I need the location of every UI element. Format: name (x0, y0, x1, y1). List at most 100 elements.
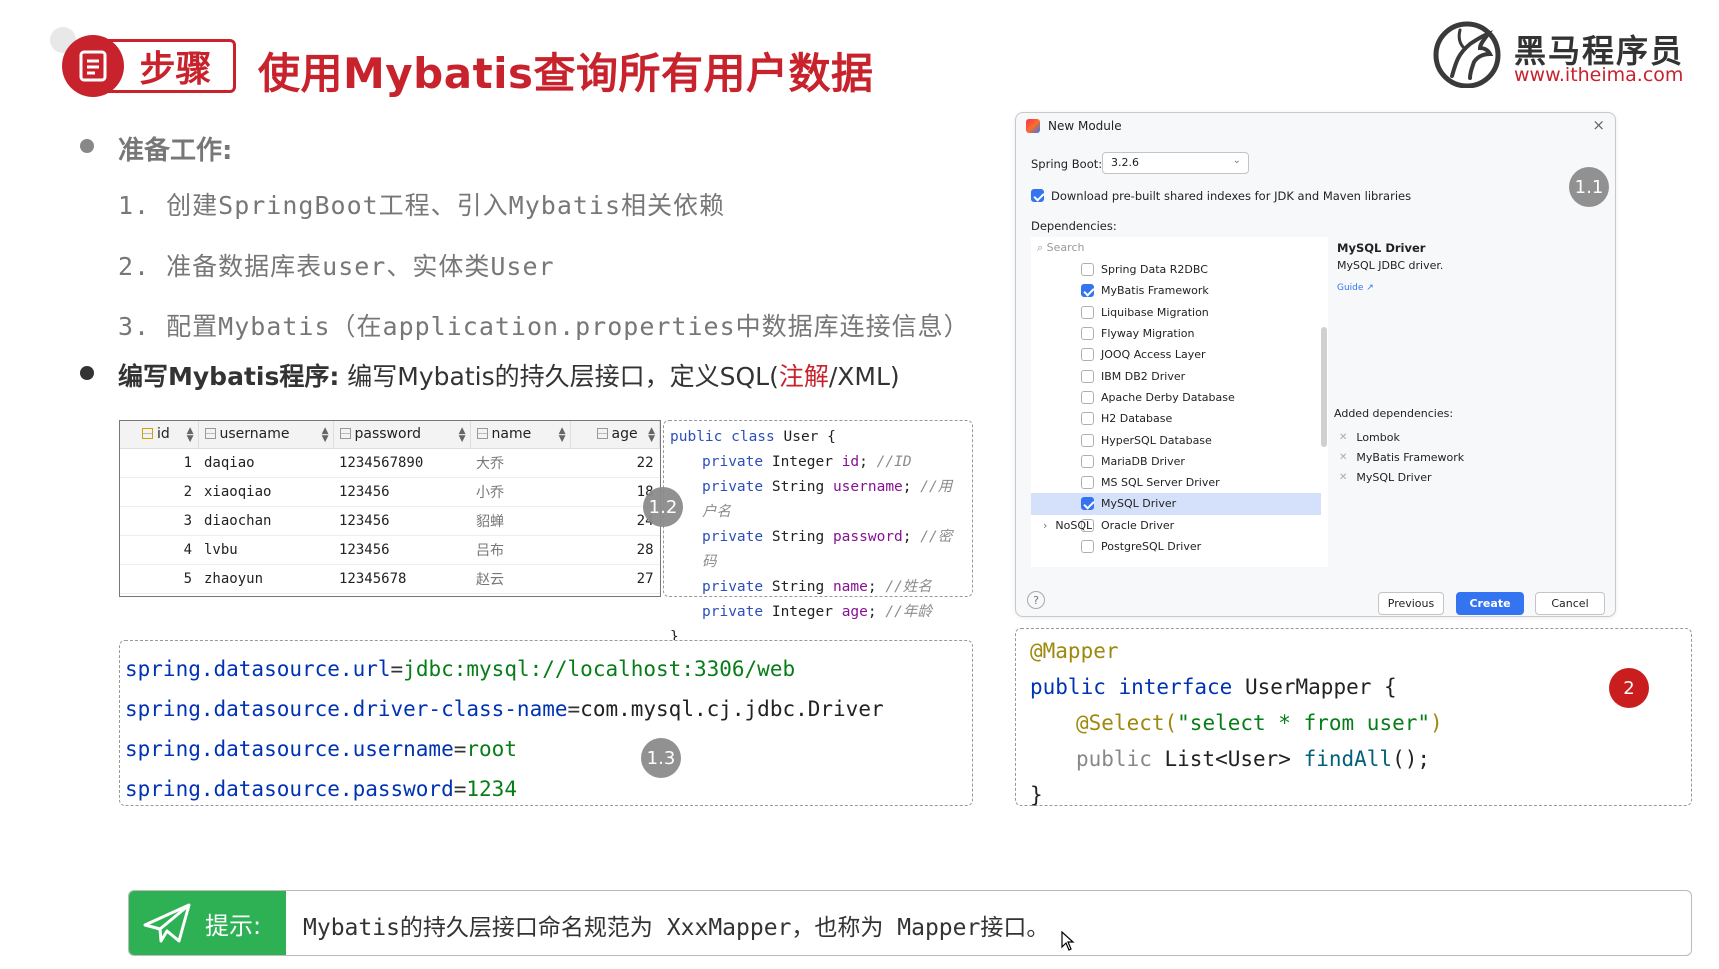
checkbox-icon[interactable] (1081, 390, 1094, 404)
remove-icon[interactable]: ✕ (1339, 452, 1347, 463)
checkbox-icon[interactable] (1081, 433, 1094, 447)
table-row[interactable]: 5 zhaoyun 12345678 赵云 27 (120, 564, 660, 594)
tip-bar: 提示: Mybatis的持久层接口命名规范为 XxxMapper，也称为 Map… (128, 890, 1692, 956)
spring-boot-version-select[interactable]: 3.2.6 ⌄ (1102, 152, 1249, 174)
table-row[interactable]: 3 diaochan 123456 貂蝉 24 (120, 506, 660, 536)
added-dependency-item: ✕ MyBatis Framework (1339, 450, 1465, 464)
sort-icon[interactable]: ▲ ▼ (559, 427, 566, 444)
brand-logo: 黑马程序员 www.itheima.com (1430, 18, 1690, 88)
dependency-list: Spring Data R2DBC MyBatis Framework Liquib… (1031, 259, 1321, 557)
sort-icon[interactable]: ▲ ▼ (648, 427, 655, 444)
dependency-search-input[interactable]: ⌕ Search (1037, 241, 1084, 255)
dependencies-panel: ⌕ Search Spring Data R2DBC MyBatis Framew… (1031, 237, 1328, 567)
dependency-item[interactable]: PostgreSQL Driver (1031, 536, 1321, 557)
chevron-down-icon: ⌄ (1232, 155, 1241, 166)
dependency-label: H2 Database (1101, 412, 1173, 426)
checkbox-icon[interactable] (1081, 476, 1094, 490)
tip-text: Mybatis的持久层接口命名规范为 XxxMapper，也称为 Mapper接… (303, 915, 1050, 941)
dependency-item[interactable]: MyBatis Framework (1031, 280, 1321, 301)
prep-step-2: 2. 准备数据库表user、实体类User (118, 252, 555, 281)
dependency-label: Spring Data R2DBC (1101, 263, 1208, 277)
dependency-info-description: MySQL JDBC driver. (1337, 259, 1444, 272)
table-row[interactable]: 4 lvbu 123456 吕布 28 (120, 535, 660, 565)
mapper-code: @Mapper public interface UserMapper { @S… (1015, 628, 1692, 807)
mouse-cursor-icon (1061, 931, 1075, 951)
checkbox-icon[interactable] (1081, 369, 1094, 383)
checkbox-icon[interactable] (1081, 305, 1094, 319)
dependency-item[interactable]: Flyway Migration (1031, 323, 1321, 344)
checkbox-icon[interactable] (1081, 327, 1094, 341)
nosql-label: NoSQL (1055, 519, 1093, 532)
dependency-item[interactable]: Liquibase Migration (1031, 302, 1321, 323)
sort-icon[interactable]: ▲ ▼ (187, 427, 194, 444)
added-dependencies-label: Added dependencies: (1334, 407, 1454, 420)
checkbox-icon[interactable] (1081, 540, 1094, 553)
cancel-button[interactable]: Cancel (1535, 592, 1605, 615)
checkbox-icon[interactable] (1081, 412, 1094, 426)
step-badge: 步骤 (62, 35, 237, 97)
code-line: public interface UserMapper { (1030, 675, 1397, 699)
column-icon (596, 428, 608, 440)
bullet-dot (80, 139, 94, 153)
checkbox-icon[interactable] (1081, 348, 1094, 362)
property-line: spring.datasource.password=1234 (125, 777, 517, 801)
column-header-password[interactable]: password ▲ ▼ (333, 421, 471, 449)
create-button[interactable]: Create (1456, 592, 1524, 615)
dependency-label: JOOQ Access Layer (1101, 348, 1206, 362)
remove-icon[interactable]: ✕ (1339, 472, 1347, 483)
dependency-item[interactable]: IBM DB2 Driver (1031, 365, 1321, 386)
dependency-scrollbar[interactable] (1321, 327, 1327, 447)
table-row[interactable]: 1 daqiao 1234567890 大乔 22 (120, 448, 660, 478)
page-title: 使用Mybatis查询所有用户数据 (258, 49, 874, 98)
guide-link[interactable]: Guide ↗ (1337, 283, 1374, 293)
cell-username: xiaoqiao (198, 477, 333, 507)
code-line: @Mapper (1030, 639, 1119, 663)
dependency-item[interactable]: JOOQ Access Layer (1031, 344, 1321, 365)
code-line: private Integer age; //年龄 (702, 604, 932, 620)
column-header-name[interactable]: name ▲ ▼ (470, 421, 571, 449)
cell-username: zhaoyun (198, 564, 333, 594)
checkbox-checked-icon[interactable] (1081, 284, 1094, 298)
close-icon[interactable]: × (1592, 116, 1605, 134)
dependency-item[interactable]: H2 Database (1031, 408, 1321, 429)
dependency-item[interactable]: Apache Derby Database (1031, 387, 1321, 408)
dependency-label: MS SQL Server Driver (1101, 476, 1220, 490)
column-header-age[interactable]: age ▲ ▼ (570, 421, 660, 449)
dependency-label: Liquibase Migration (1101, 305, 1209, 319)
dependency-label: MariaDB Driver (1101, 454, 1185, 468)
checkbox-checked-icon[interactable] (1081, 497, 1094, 511)
step-number-badge: 1.3 (641, 738, 681, 778)
nosql-category[interactable]: › NoSQL (1043, 519, 1092, 532)
column-header-username[interactable]: username ▲ ▼ (198, 421, 334, 449)
dependency-item[interactable]: MySQL Driver (1031, 493, 1321, 515)
dependency-item[interactable]: MS SQL Server Driver (1031, 472, 1321, 493)
prep-step-3: 3. 配置Mybatis（在application.properties中数据库… (118, 312, 970, 341)
checkbox-icon[interactable] (1081, 454, 1094, 468)
dependency-label: Oracle Driver (1101, 518, 1175, 532)
cell-password: 1234567890 (333, 448, 470, 478)
step-number-badge: 2 (1609, 668, 1649, 708)
table-header-row: id ▲ ▼ username ▲ ▼ password ▲ ▼ name ▲ ▼ age ▲ ▼ (120, 421, 660, 449)
cell-name: 小乔 (470, 477, 570, 507)
sort-icon[interactable]: ▲ ▼ (459, 427, 466, 444)
help-icon[interactable]: ? (1027, 591, 1045, 609)
document-icon (62, 35, 124, 97)
download-indexes-label: Download pre-built shared indexes for JD… (1051, 189, 1412, 203)
remove-icon[interactable]: ✕ (1339, 432, 1347, 443)
dependency-item[interactable]: MariaDB Driver (1031, 451, 1321, 472)
previous-button[interactable]: Previous (1378, 592, 1444, 615)
download-indexes-checkbox[interactable]: Download pre-built shared indexes for JD… (1031, 189, 1411, 203)
dependency-item[interactable]: Spring Data R2DBC (1031, 259, 1321, 280)
dependency-label: MyBatis Framework (1101, 284, 1209, 298)
dependency-label: IBM DB2 Driver (1101, 369, 1186, 383)
sort-icon[interactable]: ▲ ▼ (322, 427, 329, 444)
cell-password: 123456 (333, 477, 470, 507)
code-line: @Select("select * from user") (1076, 711, 1443, 735)
checkbox-icon[interactable] (1081, 263, 1094, 277)
dialog-title: New Module (1048, 119, 1122, 133)
column-header-id[interactable]: id ▲ ▼ (120, 421, 199, 449)
table-row[interactable]: 2 xiaoqiao 123456 小乔 18 (120, 477, 660, 507)
checkbox-checked-icon (1031, 189, 1044, 202)
cell-username: lvbu (198, 535, 333, 565)
dependency-item[interactable]: HyperSQL Database (1031, 429, 1321, 450)
